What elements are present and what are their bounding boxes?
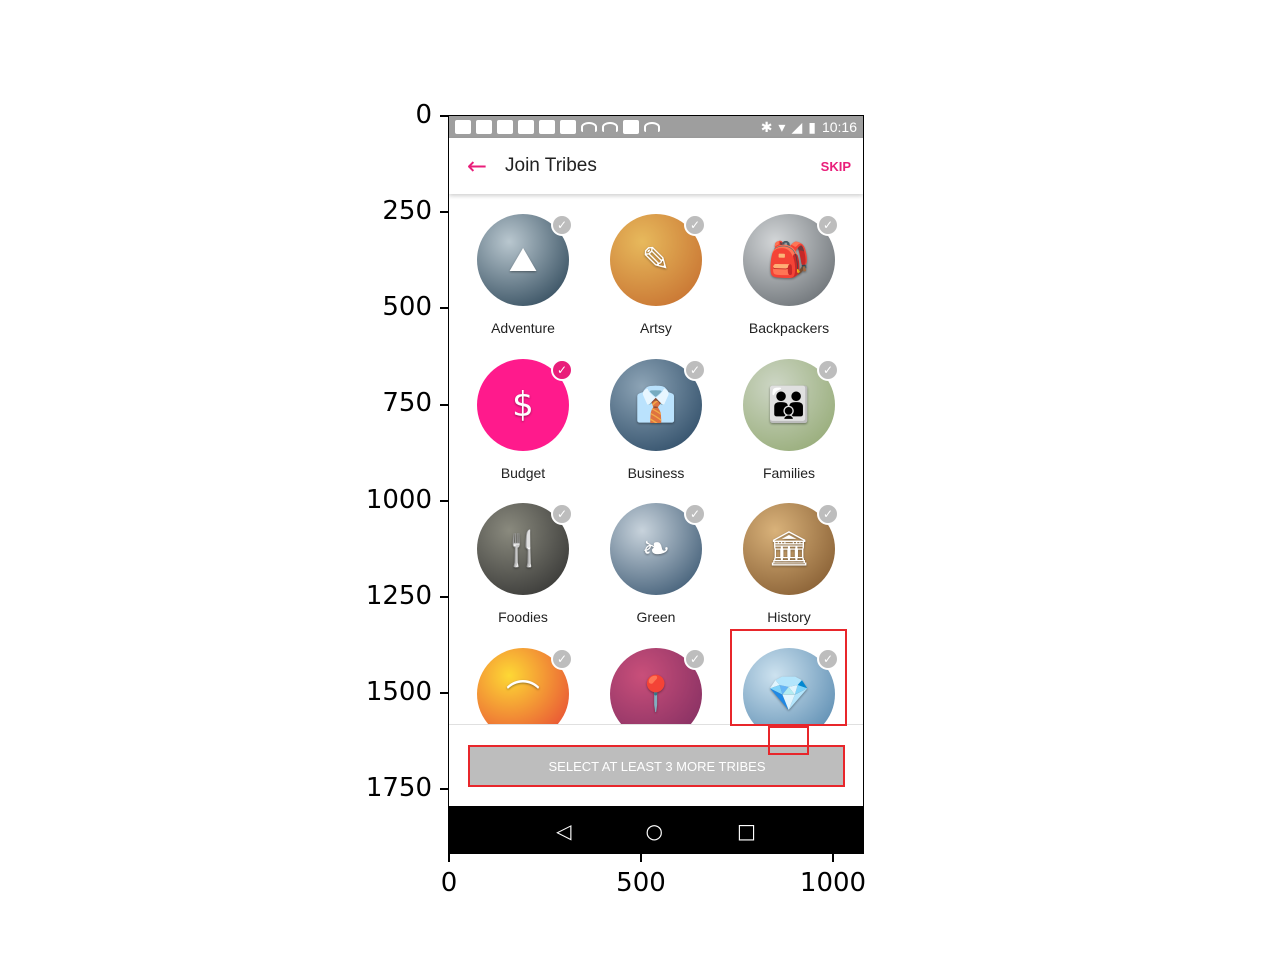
wifi-icon — [602, 122, 618, 132]
museum-icon: 🏛 — [767, 529, 811, 569]
x-tick-label: 500 — [616, 868, 666, 898]
x-tick — [640, 854, 642, 862]
x-tick-label: 1000 — [799, 868, 867, 898]
mountain-photo-icon: ⛰ — [508, 240, 538, 280]
map-pin-icon: 📍 — [634, 674, 678, 714]
y-tick — [440, 211, 448, 213]
y-tick-label: 1000 — [365, 485, 432, 515]
app-icon — [497, 120, 513, 134]
app-icon — [623, 120, 639, 134]
nav-home-icon[interactable]: ○ — [646, 819, 663, 843]
check-icon: ✓ — [551, 503, 573, 525]
system-icons: ✱ ▾ ◢ ▮ 10:16 — [761, 119, 857, 136]
annotation-box-button — [468, 745, 845, 787]
x-tick — [832, 854, 834, 862]
page-title: Join Tribes — [505, 155, 597, 176]
check-icon: ✓ — [551, 359, 573, 381]
wifi-icon — [581, 122, 597, 132]
y-tick-label: 1500 — [365, 677, 432, 707]
tribe-item[interactable]: 👔 ✓ Business — [586, 347, 726, 487]
tribe-label: Green — [636, 609, 676, 625]
y-tick — [440, 788, 448, 790]
x-tick — [448, 854, 450, 862]
y-tick-label: 1750 — [365, 773, 432, 803]
nav-recents-icon[interactable]: □ — [737, 819, 756, 843]
tribe-label: Business — [627, 465, 685, 481]
check-icon: ✓ — [817, 503, 839, 525]
y-tick — [440, 500, 448, 502]
tribe-item[interactable]: ❧ ✓ Green — [586, 491, 726, 631]
x-tick-label: 0 — [440, 868, 458, 898]
y-tick-label: 1250 — [365, 581, 432, 611]
check-icon: ✓ — [817, 359, 839, 381]
tribe-item[interactable]: 🎒 ✓ Backpackers — [719, 202, 859, 342]
price-tag-icon: $ — [512, 385, 534, 425]
bluetooth-icon: ✱ — [760, 118, 773, 135]
tribe-item[interactable]: 📍 ✓ — [586, 636, 726, 724]
battery-icon: ▮ — [808, 118, 816, 135]
y-tick — [440, 307, 448, 309]
paintbrush-icon: ✎ — [641, 240, 671, 280]
app-bar: ← Join Tribes SKIP — [449, 138, 863, 194]
tribe-item[interactable]: ⌒ ✓ — [453, 636, 593, 724]
tribe-item[interactable]: 🏛 ✓ History — [719, 491, 859, 631]
shield-icon — [476, 120, 492, 134]
wifi-icon — [644, 122, 660, 132]
backpack-icon: 🎒 — [767, 240, 811, 280]
y-tick-label: 0 — [415, 100, 432, 130]
y-tick-label: 250 — [382, 196, 432, 226]
y-tick — [440, 596, 448, 598]
tribe-item[interactable]: ⛰ ✓ Adventure — [453, 202, 593, 342]
cell-signal-icon: ◢ — [791, 118, 803, 135]
tribe-label: Foodies — [498, 609, 548, 625]
tribe-item[interactable]: 👪 ✓ Families — [719, 347, 859, 487]
tribe-item[interactable]: $ ✓ Budget — [453, 347, 593, 487]
tribe-label: Artsy — [640, 320, 672, 336]
tribe-item[interactable]: 🍴 ✓ Foodies — [453, 491, 593, 631]
check-icon: ✓ — [684, 359, 706, 381]
y-tick — [440, 115, 448, 117]
fork-knife-icon: 🍴 — [501, 529, 545, 569]
rainbow-icon: ⌒ — [506, 677, 540, 718]
status-bar: ✱ ▾ ◢ ▮ 10:16 — [449, 116, 863, 138]
y-tick — [440, 404, 448, 406]
message-icon — [455, 120, 471, 134]
back-arrow-icon[interactable]: ← — [449, 138, 505, 194]
diamond-icon: 💎 — [767, 674, 811, 714]
y-tick-label: 750 — [382, 388, 432, 418]
tribe-label: Families — [762, 465, 816, 481]
tribe-item[interactable]: ✎ ✓ Artsy — [586, 202, 726, 342]
tribe-label: Budget — [500, 465, 546, 481]
leaf-icon: ❧ — [641, 529, 671, 569]
check-icon: ✓ — [684, 503, 706, 525]
check-icon: ✓ — [551, 214, 573, 236]
app-icon — [518, 120, 534, 134]
tribe-label: History — [767, 609, 811, 625]
nav-back-icon[interactable]: ◁ — [556, 819, 571, 843]
tribe-label: Backpackers — [748, 320, 830, 336]
skip-button[interactable]: SKIP — [821, 159, 851, 174]
y-tick — [440, 692, 448, 694]
y-tick-label: 500 — [382, 292, 432, 322]
check-icon: ✓ — [817, 214, 839, 236]
check-icon: ✓ — [551, 648, 573, 670]
facebook-icon — [539, 120, 555, 134]
wifi-signal-icon: ▾ — [778, 118, 786, 135]
clock: 10:16 — [821, 119, 857, 135]
system-nav-bar: ◁ ○ □ — [449, 806, 863, 853]
check-icon: ✓ — [684, 214, 706, 236]
necktie-icon: 👔 — [634, 385, 678, 425]
app-icon — [560, 120, 576, 134]
notification-icons — [455, 120, 660, 134]
family-icon: 👪 — [767, 385, 811, 425]
tribe-label: Adventure — [491, 320, 555, 336]
check-icon: ✓ — [684, 648, 706, 670]
